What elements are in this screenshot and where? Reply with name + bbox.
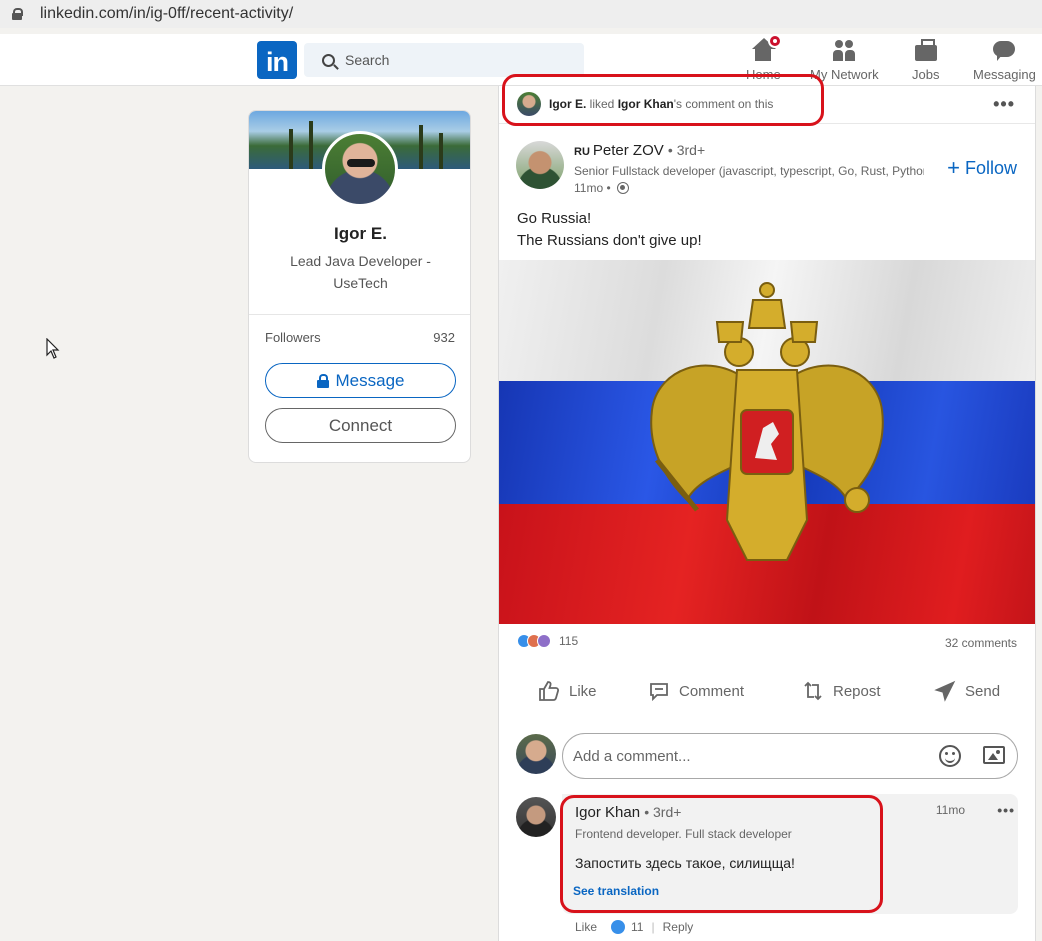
insightful-reaction-icon — [537, 634, 551, 648]
connection-degree: • 3rd+ — [667, 142, 706, 158]
globe-icon — [616, 182, 629, 194]
post-text: Go Russia! The Russians don't give up! — [517, 208, 702, 252]
post-text-line: Go Russia! — [517, 210, 592, 227]
profile-card: Igor E. Lead Java Developer - UseTech Fo… — [248, 110, 471, 463]
reactions-count: 115 — [559, 634, 579, 648]
post-text-line: The Russians don't give up! — [517, 232, 702, 249]
nav-item-messaging[interactable]: Messaging — [973, 38, 1036, 82]
plus-icon: + — [947, 155, 960, 180]
highlight-annotation — [560, 795, 883, 913]
repost-button[interactable]: Repost — [801, 679, 881, 703]
search-placeholder: Search — [345, 52, 390, 68]
url-text[interactable]: linkedin.com/in/ig-0ff/recent-activity/ — [40, 5, 293, 23]
search-icon — [322, 53, 335, 67]
nav-item-my-network[interactable]: My Network — [810, 38, 879, 82]
comment-reply-button[interactable]: Reply — [663, 920, 694, 934]
send-label: Send — [965, 682, 1001, 700]
follow-button[interactable]: + Follow — [947, 157, 1017, 179]
followers-count: 932 — [433, 330, 455, 345]
profile-headline: Lead Java Developer - UseTech — [290, 253, 431, 291]
post-time-text: 11mo • — [574, 181, 611, 195]
divider — [249, 314, 470, 315]
post-actions: Like Comment Repost Send — [499, 671, 1035, 715]
post-image[interactable] — [499, 260, 1035, 624]
author-avatar[interactable] — [516, 141, 564, 189]
coat-of-arms-icon — [650, 282, 884, 561]
country-code: RU — [574, 146, 590, 158]
network-icon — [831, 38, 857, 64]
profile-avatar[interactable] — [322, 131, 398, 207]
comment-input[interactable]: Add a comment... — [562, 733, 1018, 779]
comment-more-icon[interactable]: ••• — [997, 802, 1015, 818]
comment-label: Comment — [679, 682, 745, 700]
home-icon — [750, 34, 783, 64]
followers-label: Followers — [265, 330, 321, 345]
author-line[interactable]: RU Peter ZOV • 3rd+ — [574, 142, 705, 159]
like-label: Like — [569, 682, 597, 700]
more-options-icon[interactable]: ••• — [993, 94, 1015, 115]
like-reaction-icon — [611, 920, 626, 934]
comment-like-count[interactable]: 11 — [631, 920, 643, 934]
comment-placeholder: Add a comment... — [573, 747, 691, 765]
comments-count[interactable]: 32 comments — [945, 636, 1017, 650]
nav-label-messaging: Messaging — [973, 67, 1036, 82]
search-input[interactable]: Search — [304, 43, 584, 77]
author-name[interactable]: Peter ZOV — [593, 142, 664, 159]
comment-icon — [650, 683, 668, 702]
post-timestamp: 11mo • — [574, 181, 629, 195]
comment-footer: Like 11 | Reply — [575, 920, 693, 934]
briefcase-icon — [913, 38, 939, 64]
send-icon — [934, 680, 956, 702]
repost-label: Repost — [833, 682, 881, 700]
messaging-icon — [991, 38, 1017, 64]
image-icon[interactable] — [983, 746, 1005, 764]
comment-button[interactable]: Comment — [647, 679, 744, 703]
profile-name[interactable]: Igor E. — [249, 224, 470, 244]
feed-post: Igor E. liked Igor Khan's comment on thi… — [498, 74, 1036, 941]
highlight-annotation — [502, 74, 824, 126]
comment-time: 11mo — [935, 803, 965, 817]
comment-like-button[interactable]: Like — [575, 920, 597, 934]
linkedin-logo[interactable]: in — [257, 41, 297, 79]
message-button[interactable]: Message — [265, 363, 456, 398]
browser-url-bar[interactable]: linkedin.com/in/ig-0ff/recent-activity/ — [0, 0, 1042, 28]
follow-label: Follow — [964, 157, 1017, 178]
separator: | — [651, 920, 655, 934]
connect-button[interactable]: Connect — [265, 408, 456, 443]
message-button-label: Message — [335, 370, 405, 390]
reactions-summary[interactable]: 115 — [517, 634, 578, 648]
like-button[interactable]: Like — [537, 679, 597, 703]
notification-badge — [768, 34, 783, 48]
commenter-avatar[interactable] — [516, 797, 556, 837]
thumbs-up-icon — [539, 681, 560, 701]
nav-label-jobs: Jobs — [912, 67, 940, 82]
send-button[interactable]: Send — [933, 679, 1000, 703]
author-headline: Senior Fullstack developer (javascript, … — [574, 164, 924, 178]
nav-item-jobs[interactable]: Jobs — [912, 38, 939, 82]
lock-icon — [316, 373, 329, 388]
lock-icon — [12, 8, 23, 20]
emoji-icon[interactable] — [939, 745, 961, 767]
current-user-avatar[interactable] — [516, 734, 556, 774]
repost-icon — [804, 681, 822, 701]
